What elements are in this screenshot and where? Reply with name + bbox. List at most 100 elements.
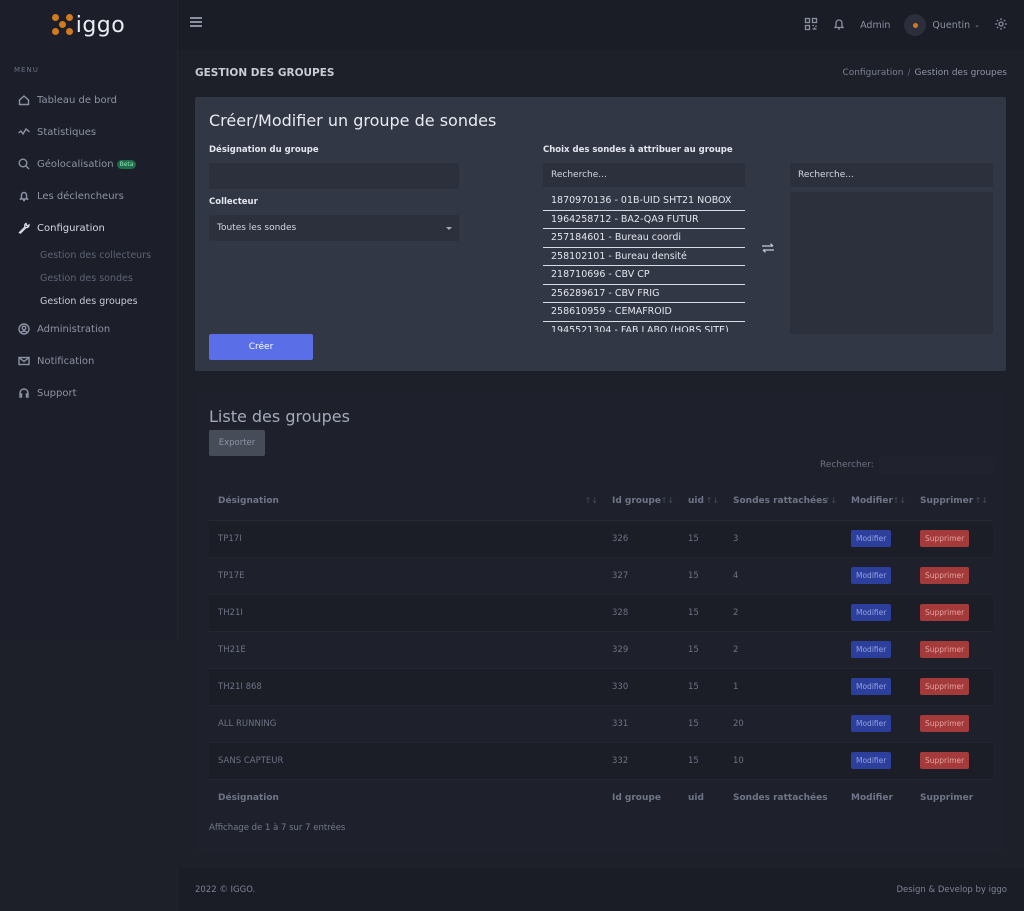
list-item[interactable]: 258102101 - Bureau densité <box>543 248 745 266</box>
list-item[interactable]: 1945521304 - FAB LABO (HORS SITE) <box>543 322 745 332</box>
breadcrumb-separator: / <box>907 68 911 78</box>
bell-icon[interactable] <box>832 17 846 34</box>
delete-button[interactable]: Supprimer <box>920 715 970 732</box>
modify-button[interactable]: Modifier <box>851 604 892 621</box>
sidebar-subitem-groupes[interactable]: Gestion des groupes <box>0 290 177 313</box>
sidebar-item-label: Statistiques <box>37 126 97 138</box>
sidebar-subitem-sondes[interactable]: Gestion des sondes <box>0 267 177 290</box>
headset-icon <box>17 386 31 400</box>
user-menu[interactable]: Quentin ⌄ <box>904 14 980 36</box>
modify-button[interactable]: Modifier <box>851 752 892 769</box>
cell-id: 329 <box>603 631 679 669</box>
list-item[interactable]: 258610959 - CEMAFROID <box>543 303 745 322</box>
cell-designation: SANS CAPTEUR <box>209 742 603 780</box>
footer-header-id: Id groupe <box>603 778 679 816</box>
sondes-selected-list[interactable] <box>790 192 993 334</box>
cell-modifier: Modifier <box>842 705 911 743</box>
delete-button[interactable]: Supprimer <box>920 752 970 769</box>
hamburger-menu-icon[interactable] <box>190 17 202 29</box>
logo-text: iggo <box>75 12 126 38</box>
cell-supprimer: Supprimer <box>911 705 993 743</box>
sidebar-item-configuration[interactable]: Configuration <box>0 212 177 244</box>
footer: 2022 © IGGO. Design & Develop by iggo <box>178 868 1024 911</box>
collecteur-select[interactable]: Toutes les sondes <box>209 215 459 241</box>
group-form-card: Créer/Modifier un groupe de sondes Désig… <box>195 97 1006 371</box>
logo-mark-icon <box>51 14 74 36</box>
cell-sondes: 4 <box>724 557 842 595</box>
list-item[interactable]: 1870970136 - 01B-UID SHT21 NOBOX <box>543 192 745 211</box>
designation-input[interactable] <box>209 163 459 189</box>
sidebar: iggo MENU Tableau de bord Statistiques G… <box>0 0 178 640</box>
column-header-designation[interactable]: Désignation ↑↓ <box>209 483 603 521</box>
cell-uid: 15 <box>679 705 724 743</box>
search-location-icon <box>17 157 31 171</box>
sidebar-item-tableau-de-bord[interactable]: Tableau de bord <box>0 84 177 116</box>
table-row: SANS CAPTEUR 332 15 10 Modifier Supprime… <box>209 742 993 780</box>
wrench-icon <box>17 221 31 235</box>
column-header-id[interactable]: Id groupe ↑↓ <box>603 483 679 521</box>
sondes-available-list[interactable]: 1870970136 - 01B-UID SHT21 NOBOX 1964258… <box>543 192 745 332</box>
list-item[interactable]: 1964258712 - BA2-QA9 FUTUR <box>543 211 745 229</box>
list-item[interactable]: 256289617 - CBV FRIG <box>543 285 745 303</box>
search-input[interactable] <box>879 456 993 474</box>
cell-sondes: 10 <box>724 742 842 780</box>
cell-designation: TH21E <box>209 631 603 669</box>
modify-button[interactable]: Modifier <box>851 715 892 732</box>
export-button[interactable]: Exporter <box>209 430 265 456</box>
breadcrumb-parent[interactable]: Configuration <box>842 68 903 78</box>
qr-code-icon[interactable] <box>804 17 818 34</box>
create-button[interactable]: Créer <box>209 334 313 360</box>
cell-id: 328 <box>603 594 679 632</box>
cell-modifier: Modifier <box>842 742 911 780</box>
modify-button[interactable]: Modifier <box>851 530 892 547</box>
sidebar-item-declencheurs[interactable]: Les déclencheurs <box>0 180 177 212</box>
avatar <box>904 14 927 36</box>
column-header-uid[interactable]: uid ↑↓ <box>679 483 724 521</box>
home-icon <box>17 93 31 107</box>
column-header-supprimer[interactable]: Supprimer ↑↓ <box>911 483 993 521</box>
delete-button[interactable]: Supprimer <box>920 604 970 621</box>
table-row: ALL RUNNING 331 15 20 Modifier Supprimer <box>209 705 993 743</box>
cell-supprimer: Supprimer <box>911 742 993 780</box>
gear-icon[interactable] <box>994 17 1008 34</box>
list-item[interactable]: 218710696 - CBV CP <box>543 266 745 285</box>
sidebar-item-support[interactable]: Support <box>0 377 177 409</box>
logo[interactable]: iggo <box>0 0 177 50</box>
chevron-down-icon <box>446 227 452 230</box>
delete-button[interactable]: Supprimer <box>920 530 970 547</box>
cell-uid: 15 <box>679 594 724 632</box>
sort-icon: ↑↓ <box>584 496 598 505</box>
sondes-search-right[interactable]: Recherche... <box>790 163 993 187</box>
delete-button[interactable]: Supprimer <box>920 678 970 695</box>
delete-button[interactable]: Supprimer <box>920 567 970 584</box>
sidebar-subitem-collecteurs[interactable]: Gestion des collecteurs <box>0 244 177 267</box>
bell-icon <box>17 189 31 203</box>
cell-supprimer: Supprimer <box>911 594 993 632</box>
footer-copyright: 2022 © IGGO. <box>195 884 256 895</box>
modify-button[interactable]: Modifier <box>851 567 892 584</box>
groups-title: Liste des groupes <box>209 407 350 426</box>
user-circle-icon <box>17 322 31 336</box>
cell-designation: TP17E <box>209 557 603 595</box>
modify-button[interactable]: Modifier <box>851 678 892 695</box>
chart-icon <box>17 125 31 139</box>
delete-button[interactable]: Supprimer <box>920 641 970 658</box>
swap-arrows-icon[interactable] <box>761 243 775 253</box>
modify-button[interactable]: Modifier <box>851 641 892 658</box>
column-header-modifier[interactable]: Modifier ↑↓ <box>842 483 911 521</box>
groups-table: Désignation ↑↓ Id groupe ↑↓ uid ↑↓ Sondes r… <box>209 483 993 816</box>
sidebar-item-administration[interactable]: Administration <box>0 313 177 345</box>
sort-icon: ↑↓ <box>705 496 719 505</box>
sondes-search-left[interactable]: Recherche... <box>543 163 745 187</box>
collecteur-selected-value: Toutes les sondes <box>217 223 297 233</box>
admin-label[interactable]: Admin <box>860 20 890 31</box>
cell-supprimer: Supprimer <box>911 557 993 595</box>
sidebar-item-statistiques[interactable]: Statistiques <box>0 116 177 148</box>
topbar: Admin Quentin ⌄ <box>178 0 1024 50</box>
cell-supprimer: Supprimer <box>911 668 993 706</box>
cell-designation: TP17I <box>209 520 603 558</box>
list-item[interactable]: 257184601 - Bureau coordi <box>543 229 745 248</box>
sidebar-item-geolocalisation[interactable]: Géolocalisation Beta <box>0 148 177 180</box>
sidebar-item-notification[interactable]: Notification <box>0 345 177 377</box>
column-header-sondes[interactable]: Sondes rattachées ↑↓ <box>724 483 842 521</box>
